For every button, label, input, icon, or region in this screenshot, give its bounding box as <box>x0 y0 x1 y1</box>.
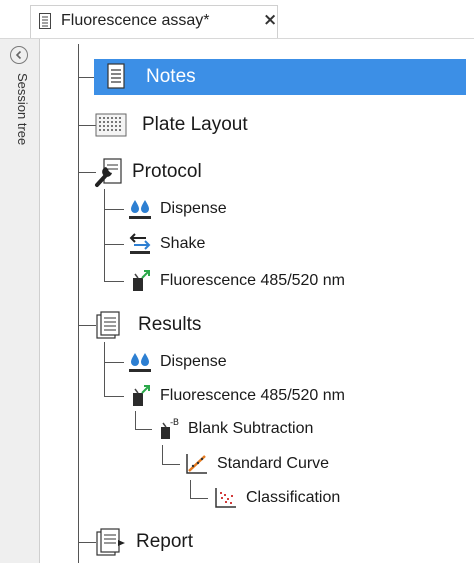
report-icon <box>96 528 125 556</box>
tree-item-label: Classification <box>246 489 341 506</box>
tree-item-label: Fluorescence 485/520 nm <box>160 387 345 404</box>
tree-item-label: Dispense <box>160 353 227 370</box>
standard-curve-icon <box>186 454 207 474</box>
results-icon <box>96 311 120 339</box>
chevron-left-circle-icon[interactable] <box>10 46 28 64</box>
tree-item-label: Blank Subtraction <box>188 420 314 437</box>
tree-item-results-fluorescence[interactable]: Fluorescence 485/520 nm <box>126 378 345 414</box>
tree-item-label: Fluorescence 485/520 nm <box>160 272 345 289</box>
tree-item-standard-curve[interactable]: Standard Curve <box>183 446 329 482</box>
tree-item-label: Plate Layout <box>142 114 248 135</box>
tree-item-classification[interactable]: Classification <box>212 480 340 516</box>
tab-fluorescence-assay[interactable]: Fluorescence assay* × <box>30 5 278 38</box>
fluorescence-icon <box>133 385 150 406</box>
tree-item-plate-layout[interactable]: Plate Layout <box>94 107 248 143</box>
tree-item-notes[interactable]: Notes <box>94 59 466 95</box>
tree-item-report[interactable]: Report <box>94 524 193 560</box>
dispense-drops-icon <box>129 353 151 372</box>
tree-item-label: Standard Curve <box>217 455 330 472</box>
tree-item-label: Protocol <box>132 161 202 182</box>
classification-icon <box>215 488 236 508</box>
tree-item-protocol-fluorescence[interactable]: Fluorescence 485/520 nm <box>126 263 345 299</box>
dispense-drops-icon <box>129 200 151 219</box>
session-tree-sidebar: Session tree <box>0 39 40 563</box>
tab-close-button[interactable]: × <box>263 10 277 30</box>
tree-item-results-dispense[interactable]: Dispense <box>126 344 227 380</box>
tree-item-label: Notes <box>146 66 196 87</box>
tree-item-label: Results <box>138 314 202 335</box>
tree-item-label: Dispense <box>160 200 227 217</box>
document-icon <box>39 13 51 29</box>
tree-item-protocol[interactable]: Protocol <box>94 154 202 190</box>
tab-strip: Fluorescence assay* × <box>0 0 474 38</box>
wrench-icon <box>95 158 122 187</box>
fluorescence-icon <box>133 270 150 291</box>
session-tree-label[interactable]: Session tree <box>15 73 30 145</box>
plate-grid-icon <box>95 113 127 137</box>
session-tree: Notes Plate Layout Protocol Dispense Sha… <box>40 39 474 563</box>
notes-icon <box>107 63 125 89</box>
tab-title: Fluorescence assay* <box>61 12 210 29</box>
tree-item-label: Report <box>136 531 194 552</box>
blank-subtraction-icon: -B <box>161 418 179 439</box>
tree-item-protocol-dispense[interactable]: Dispense <box>126 191 227 227</box>
shake-arrows-icon <box>129 233 151 254</box>
tree-item-label: Shake <box>160 235 206 252</box>
tree-item-blank-subtraction[interactable]: -B Blank Subtraction <box>156 411 313 447</box>
tree-item-results[interactable]: Results <box>94 307 201 343</box>
blank-badge: -B <box>170 418 179 428</box>
tree-item-protocol-shake[interactable]: Shake <box>126 226 205 262</box>
